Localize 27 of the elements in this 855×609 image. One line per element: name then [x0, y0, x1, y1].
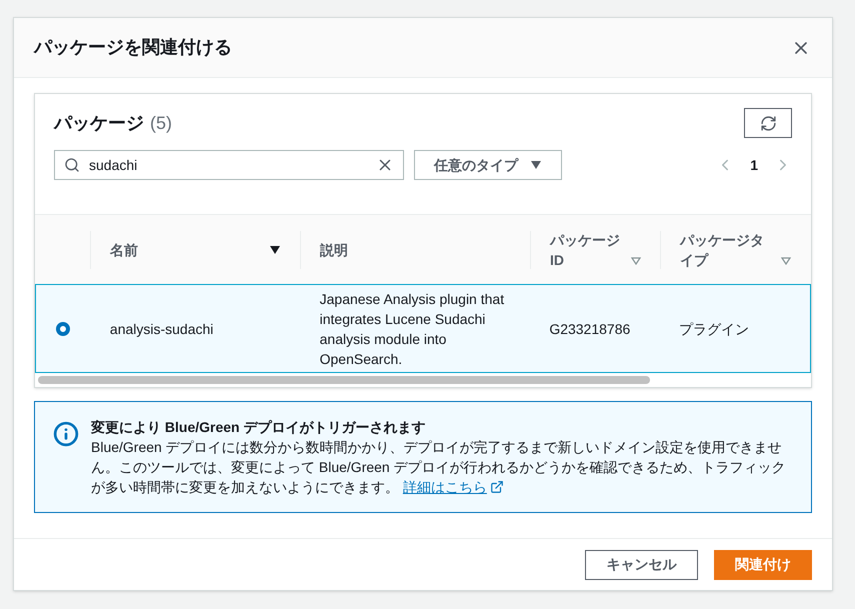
panel-title: パッケージ [54, 112, 144, 134]
column-header[interactable]: 名前 [110, 240, 138, 260]
dialog-title: パッケージを関連付ける [34, 36, 232, 59]
page-number[interactable]: 1 [750, 154, 758, 176]
column-header[interactable]: パッケージタイプ [680, 230, 766, 270]
search-field[interactable]: sudachi [54, 150, 404, 180]
item-count: (5) [150, 112, 172, 135]
scrollbar[interactable] [38, 376, 650, 384]
column-header[interactable]: パッケージ ID [550, 230, 630, 270]
info-icon [53, 421, 79, 447]
learn-more-link[interactable]: 詳細はこちら [402, 477, 504, 497]
table-cell-text: プラグイン [679, 320, 750, 338]
refresh-button[interactable] [744, 108, 792, 138]
search-icon [64, 157, 80, 173]
column-header[interactable]: 説明 [320, 240, 348, 260]
caret-icon [530, 160, 542, 170]
sort-caret-icon[interactable] [269, 244, 281, 254]
refresh-icon [760, 114, 776, 132]
table-cell-text: analysis-sudachi [110, 320, 214, 338]
table-cell-text: G233218786 [549, 320, 630, 338]
cancel-button[interactable]: キャンセル [585, 550, 698, 580]
alert-text: Blue/Green デプロイには数分から数時間かかり、デプロイが完了するまで新しいドメイン設定を使用できません。このツールでは、変更によって Blue/Green デプロイが行われるかどうかを確認できるため、トラフィックが多い時間帯に変更を加えないようにできます。 詳細はこちら [91, 438, 787, 497]
radio-button[interactable] [56, 322, 70, 336]
alert-title: 変更により Blue/Green デプロイがトリガーされます [91, 418, 426, 437]
type-filter-dropdown[interactable]: 任意のタイプ [414, 150, 562, 180]
table-cell-text: Japanese Analysis plugin that integrates Lucene Sudachi analysis module into OpenSearch. [320, 290, 506, 368]
external-link-icon [490, 480, 504, 494]
